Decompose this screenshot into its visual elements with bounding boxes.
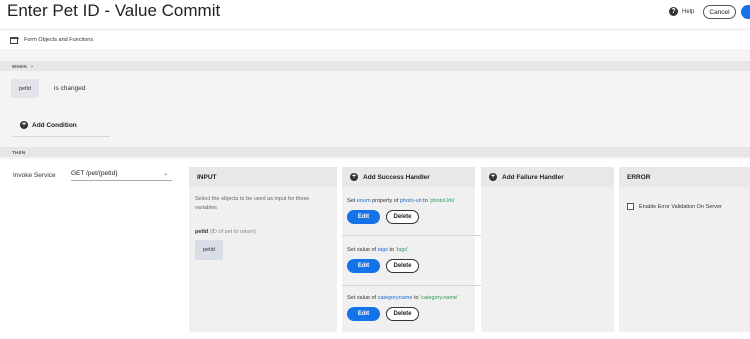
divider: [12, 136, 110, 137]
error-validation-label: Enable Error Validation On Server: [639, 203, 722, 210]
cancel-button[interactable]: Cancel: [703, 5, 736, 19]
edit-button[interactable]: Edit: [347, 307, 380, 321]
when-label: WHEN: [12, 63, 27, 69]
add-condition-label: Add Condition: [32, 121, 77, 129]
chevron-down-icon: ⌄: [162, 171, 168, 177]
condition-field-chip[interactable]: petId: [11, 79, 39, 98]
handler-description: Set enum property of photo-url to 'photo…: [347, 198, 455, 204]
help-link[interactable]: ? Help: [669, 7, 694, 16]
success-handler-item: Set value of tags to 'tags' Edit Delete: [347, 247, 475, 273]
error-panel: ERROR Enable Error Validation On Server: [619, 167, 750, 332]
error-panel-header: ERROR: [619, 167, 750, 187]
help-label: Help: [682, 8, 695, 15]
form-objects-label: Form Objects and Functions: [24, 37, 94, 43]
form-objects-toggle[interactable]: Form Objects and Functions: [0, 31, 750, 49]
chevron-down-icon: ⌄: [29, 63, 35, 69]
delete-button[interactable]: Delete: [386, 210, 419, 224]
edit-button[interactable]: Edit: [347, 210, 380, 224]
service-select[interactable]: GET /pet/{petId} ⌄: [71, 167, 172, 181]
when-section-header[interactable]: WHEN ⌄: [0, 61, 750, 71]
add-condition-button[interactable]: + Add Condition: [20, 121, 77, 129]
add-icon: +: [489, 173, 497, 181]
when-condition-area: [0, 72, 750, 108]
success-panel-title: Add Success Handler: [363, 173, 430, 181]
then-section-header: THEN: [0, 147, 750, 157]
success-handler-item: Set enum property of photo-url to 'photo…: [347, 198, 475, 224]
add-icon: +: [20, 121, 28, 129]
app-header: Enter Pet ID - Value Commit ? Help Cance…: [0, 0, 750, 28]
input-panel: INPUT Select the objects to be used as i…: [189, 167, 337, 332]
condition-operator[interactable]: is changed: [54, 85, 85, 92]
edit-button[interactable]: Edit: [347, 259, 380, 273]
divider: [342, 235, 481, 236]
delete-button[interactable]: Delete: [386, 259, 419, 273]
add-failure-handler-button[interactable]: + Add Failure Handler: [481, 167, 614, 187]
handler-description: Set value of tags to 'tags': [347, 247, 409, 253]
argument-value-chip[interactable]: petId: [195, 240, 223, 260]
page-title: Enter Pet ID - Value Commit: [7, 1, 221, 20]
input-panel-header: INPUT: [189, 167, 337, 187]
success-handler-panel: + Add Success Handler Set enum property …: [342, 167, 481, 332]
delete-button[interactable]: Delete: [386, 307, 419, 321]
divider: [342, 285, 481, 286]
input-description: Select the objects to be used as input f…: [195, 196, 310, 211]
error-validation-option[interactable]: Enable Error Validation On Server: [627, 203, 722, 210]
invoke-service-label: Invoke Service: [13, 172, 56, 179]
then-label: THEN: [12, 149, 26, 155]
panel-icon: [10, 36, 19, 44]
failure-panel-title: Add Failure Handler: [502, 173, 564, 181]
input-panel-title: INPUT: [197, 173, 217, 181]
input-argument: petId (ID of pet to return): [195, 229, 256, 235]
success-handler-item: Set value of categoryname to 'category.n…: [347, 295, 475, 321]
primary-action-button[interactable]: [741, 5, 750, 19]
add-success-handler-button[interactable]: + Add Success Handler: [342, 167, 475, 187]
help-icon: ?: [669, 7, 678, 16]
error-validation-checkbox[interactable]: [627, 203, 634, 210]
argument-hint: (ID of pet to return): [209, 229, 257, 235]
add-icon: +: [350, 173, 358, 181]
argument-name: petId: [195, 229, 209, 235]
service-value: GET /pet/{petId}: [71, 170, 118, 177]
failure-handler-panel: + Add Failure Handler: [481, 167, 614, 332]
handler-description: Set value of categoryname to 'category.n…: [347, 295, 459, 301]
error-panel-title: ERROR: [627, 173, 651, 181]
